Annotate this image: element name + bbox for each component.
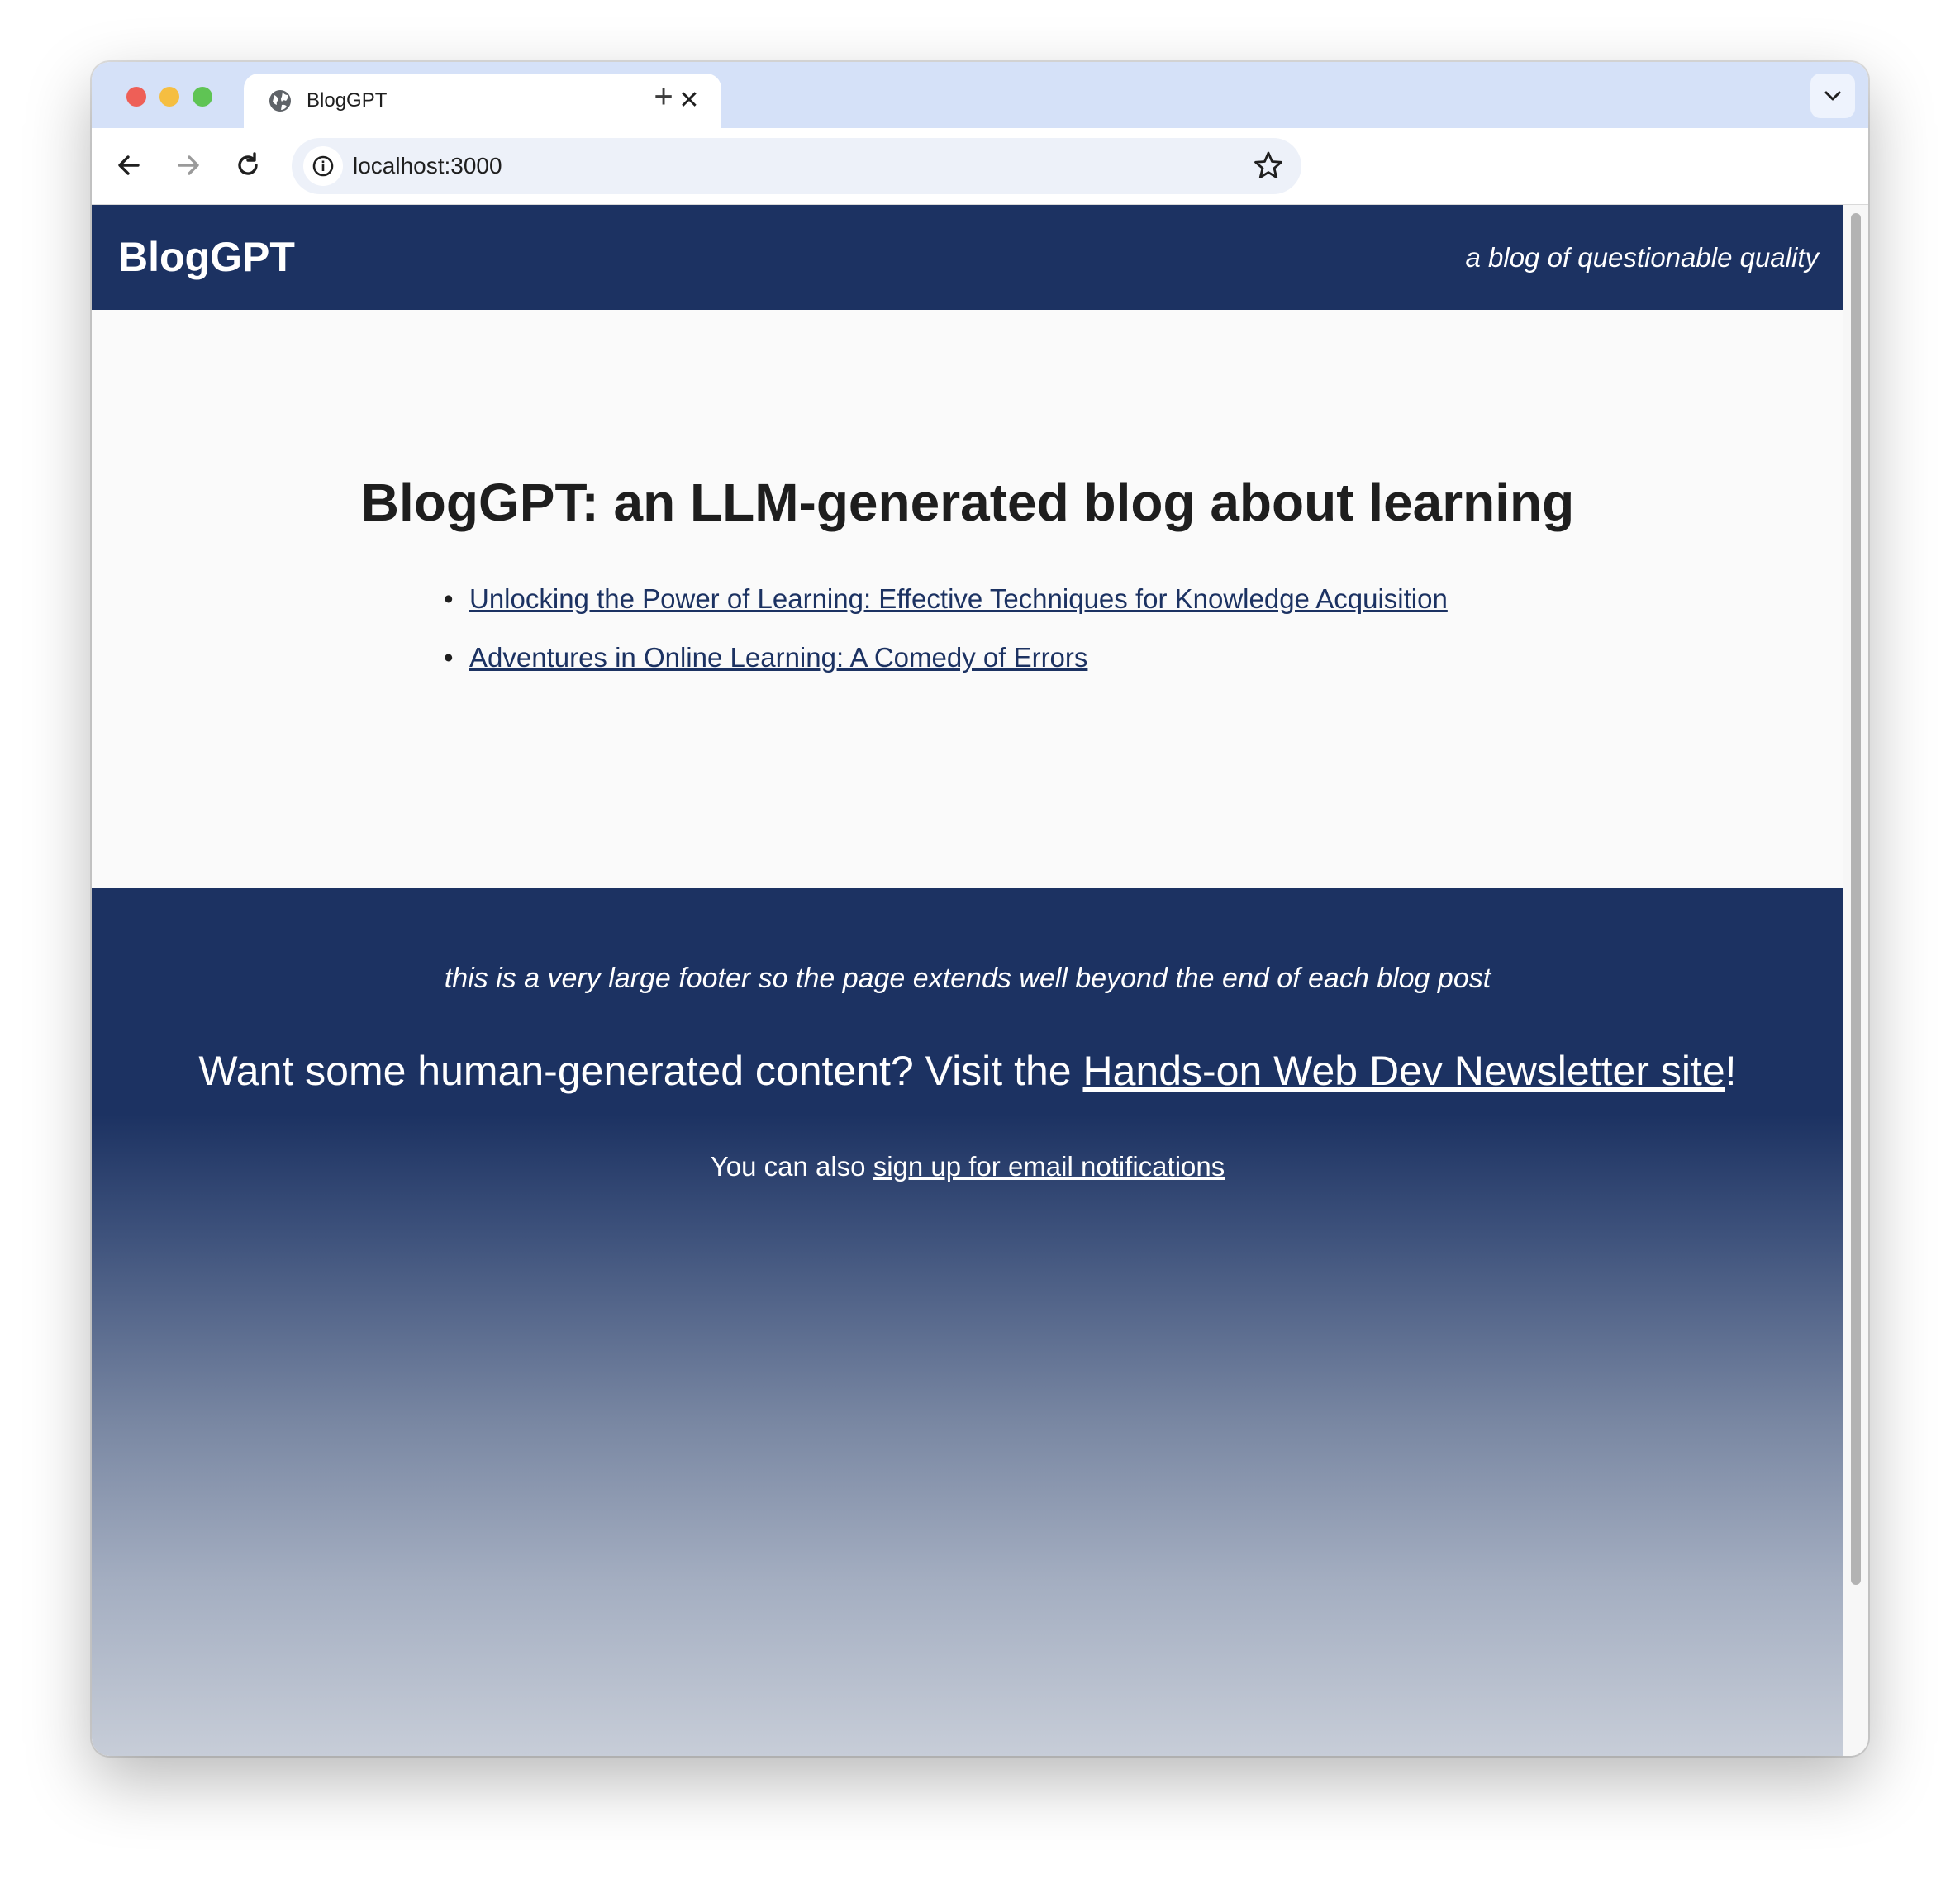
browser-toolbar: localhost:3000 (92, 128, 1868, 205)
footer-cta-suffix: ! (1725, 1048, 1737, 1094)
globe-icon (267, 88, 293, 114)
list-item: • Adventures in Online Learning: A Comed… (432, 637, 1448, 696)
site-footer: this is a very large footer so the page … (92, 888, 1843, 1756)
info-icon (312, 155, 334, 177)
list-bullet: • (444, 583, 454, 614)
list-item: • Unlocking the Power of Learning: Effec… (432, 578, 1448, 637)
bookmark-star-button[interactable] (1250, 148, 1287, 184)
scrollbar-thumb[interactable] (1851, 213, 1861, 1585)
footer-note: this is a very large footer so the page … (444, 963, 1491, 994)
site-info-button[interactable] (303, 146, 343, 186)
reload-icon (238, 152, 258, 175)
newsletter-link[interactable]: Hands-on Web Dev Newsletter site (1082, 1048, 1725, 1094)
site-brand[interactable]: BlogGPT (118, 205, 295, 310)
back-button[interactable] (108, 145, 150, 186)
post-link[interactable]: Adventures in Online Learning: A Comedy … (469, 642, 1087, 673)
footer-sub-text: You can also (710, 1151, 873, 1182)
tab-search-button[interactable] (1810, 74, 1855, 118)
browser-window: BlogGPT ✕ + localhost:3000 BlogGPT a blo… (92, 62, 1868, 1756)
site-header: BlogGPT a blog of questionable quality (92, 205, 1843, 310)
forward-button[interactable] (168, 145, 209, 186)
close-window-button[interactable] (126, 87, 146, 107)
reload-button[interactable] (227, 145, 269, 186)
post-link[interactable]: Unlocking the Power of Learning: Effecti… (469, 583, 1448, 614)
minimize-window-button[interactable] (159, 87, 179, 107)
star-icon (1254, 151, 1282, 178)
tab-strip: BlogGPT ✕ + (92, 62, 1868, 128)
site-tagline: a blog of questionable quality (1465, 242, 1820, 273)
forward-arrow-icon (178, 155, 199, 175)
email-signup-link[interactable]: sign up for email notifications (873, 1151, 1225, 1182)
footer-cta: Want some human-generated content? Visit… (92, 1047, 1843, 1095)
footer-cta-text: Want some human-generated content? Visit… (198, 1048, 1083, 1094)
tab-title: BlogGPT (307, 89, 388, 112)
page-title: BlogGPT: an LLM-generated blog about lea… (360, 473, 1575, 532)
footer-subscribe: You can also sign up for email notificat… (92, 1151, 1843, 1182)
vertical-scrollbar[interactable] (1843, 205, 1868, 1756)
new-tab-button[interactable]: + (645, 78, 682, 115)
page-viewport: BlogGPT a blog of questionable quality B… (92, 205, 1843, 1756)
post-list: • Unlocking the Power of Learning: Effec… (432, 578, 1448, 696)
chevron-down-icon (1824, 91, 1841, 101)
back-arrow-icon (118, 155, 140, 175)
url-text: localhost:3000 (353, 153, 502, 178)
list-bullet: • (444, 642, 454, 673)
address-bar[interactable]: localhost:3000 (292, 138, 1301, 194)
maximize-window-button[interactable] (193, 87, 212, 107)
